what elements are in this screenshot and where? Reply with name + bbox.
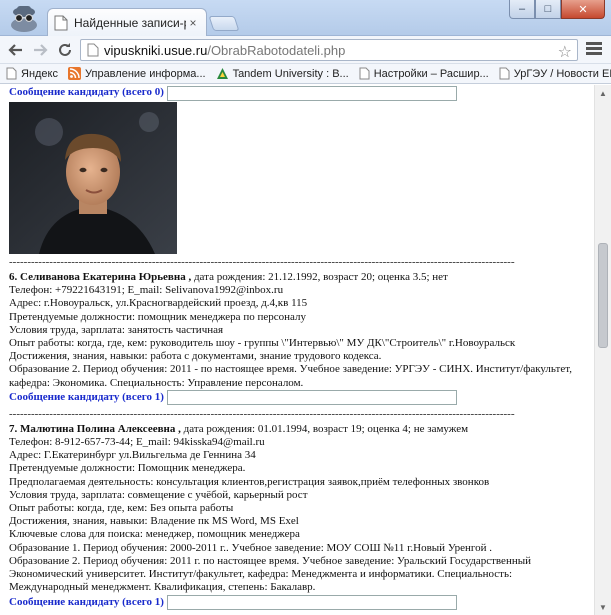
candidate-line: Адрес: Г.Екатеринбург ул.Вильгельма де Г… [9,449,256,462]
reload-icon [59,43,71,56]
browser-tab[interactable]: Найденные записи-резюме × [47,8,207,36]
page-icon [6,67,17,80]
candidate-7: 7. Малютина Полина Алексеевна , дата рож… [0,423,594,611]
tandem-icon [216,68,228,79]
message-candidate-link[interactable]: Сообщение кандидату (всего 1) [9,596,164,609]
candidate-line: Экономический университет. Институт/факу… [9,568,513,581]
tab-close-icon[interactable]: × [186,16,200,30]
message-input[interactable] [166,594,457,610]
page-icon [359,67,370,80]
forward-arrow-icon [34,44,48,56]
separator: ----------------------------------------… [9,407,515,420]
candidate-line: Предполагаемая деятельность: консультаци… [9,475,490,488]
message-candidate-link[interactable]: Сообщение кандидату (всего 0) [9,86,164,99]
candidate-line: Адрес: г.Новоуральск, ул.Красногвардейск… [9,297,308,310]
candidate-line: Опыт работы: когда, где, кем: Без опыта … [9,502,234,515]
candidate-line: Условия труда, зарплата: занятость части… [9,323,224,336]
page-content: Сообщение кандидату (всего 0) ----------… [0,85,594,615]
candidate-line: кафедра: Экономика. Специальность: Управ… [9,376,304,389]
page-icon [87,43,99,57]
vertical-scrollbar[interactable]: ▲ ▼ [594,85,611,615]
candidate-name: 7. Малютина Полина Алексеевна , [9,422,181,435]
bookmark-tandem[interactable]: Tandem University : В... [216,67,349,80]
candidate-line: Ключевые слова для поиска: менеджер, пом… [9,528,300,541]
candidate-line: Условия труда, зарплата: совмещение с уч… [9,488,308,501]
candidate-line: Образование 2. Период обучения: 2011 - п… [9,363,572,376]
bookmarks-bar: Яндекс Управление информа... Tandem Univ… [0,64,611,84]
close-window-button[interactable]: ✕ [561,0,605,19]
message-candidate-link[interactable]: Сообщение кандидату (всего 1) [9,391,164,404]
bookmark-upravlenie[interactable]: Управление информа... [68,67,206,80]
candidate-meta: дата рождения: 21.12.1992, возраст 20; о… [191,271,448,283]
browser-menu-icon[interactable] [586,42,602,58]
tab-title: Найденные записи-резюме [74,15,186,30]
reload-button[interactable] [55,40,75,60]
message-row: Сообщение кандидату (всего 1) [9,390,594,406]
candidate-line: Достижения, знания, навыки: работа с док… [9,350,382,363]
candidate-line: Образование 1. Период обучения: 2000-201… [9,541,493,554]
bookmark-urgeu[interactable]: УрГЭУ / Новости ЕИС... [499,67,611,80]
candidate-line: Телефон: +79221643191; E_mail: Selivanov… [9,284,284,297]
candidate-meta: дата рождения: 01.01.1994, возраст 19; о… [180,422,469,435]
candidate-6: 6. Селиванова Екатерина Юрьевна , дата р… [0,271,594,406]
bookmark-settings[interactable]: Настройки – Расшир... [359,67,489,80]
bookmark-yandex[interactable]: Яндекс [6,67,58,80]
candidate-photo [9,102,177,254]
maximize-button[interactable]: □ [535,0,561,19]
browser-toolbar: vipuskniki.usue.ru/ObrabRabotodateli.php… [0,36,611,64]
candidate-line: Претендуемые должности: помощник менедже… [9,310,306,323]
message-row: Сообщение кандидату (всего 0) [9,85,594,101]
minimize-button[interactable]: – [509,0,535,19]
page-icon [499,67,510,80]
title-bar: Найденные записи-резюме × – □ ✕ [0,0,611,36]
new-tab-button[interactable] [208,16,240,31]
candidate-name: 6. Селиванова Екатерина Юрьевна , [9,271,192,283]
back-arrow-icon [8,44,22,56]
scroll-down-icon[interactable]: ▼ [595,599,611,615]
separator: ----------------------------------------… [9,256,515,268]
back-button[interactable] [6,40,26,60]
forward-button[interactable] [30,40,50,60]
message-input[interactable] [166,85,457,101]
window-controls: – □ ✕ [509,0,605,19]
message-row: Сообщение кандидату (всего 1) [9,594,594,610]
candidate-line: Достижения, знания, навыки: Владение пк … [9,515,299,528]
candidate-line: Претендуемые должности: Помощник менедже… [9,462,246,475]
incognito-icon [11,6,37,32]
url-host: vipuskniki.usue.ru [104,42,208,58]
scrollbar-thumb[interactable] [598,243,608,348]
scroll-up-icon[interactable]: ▲ [595,85,611,101]
candidate-line: Образование 2. Период обучения: 2011 г. … [9,554,531,567]
url-path: /ObrabRabotodateli.php [207,42,346,58]
candidate-line: Международный менеджмент. Квалификация, … [9,581,316,594]
address-bar[interactable]: vipuskniki.usue.ru/ObrabRabotodateli.php… [80,39,578,61]
candidate-line: Телефон: 8-912-657-73-44; E_mail: 94kiss… [9,436,265,449]
rss-icon [68,67,81,80]
candidate-line: Опыт работы: когда, где, кем: руководите… [9,337,516,350]
page-icon [54,15,68,30]
bookmark-star-icon[interactable]: ☆ [558,42,572,62]
message-input[interactable] [166,390,457,406]
